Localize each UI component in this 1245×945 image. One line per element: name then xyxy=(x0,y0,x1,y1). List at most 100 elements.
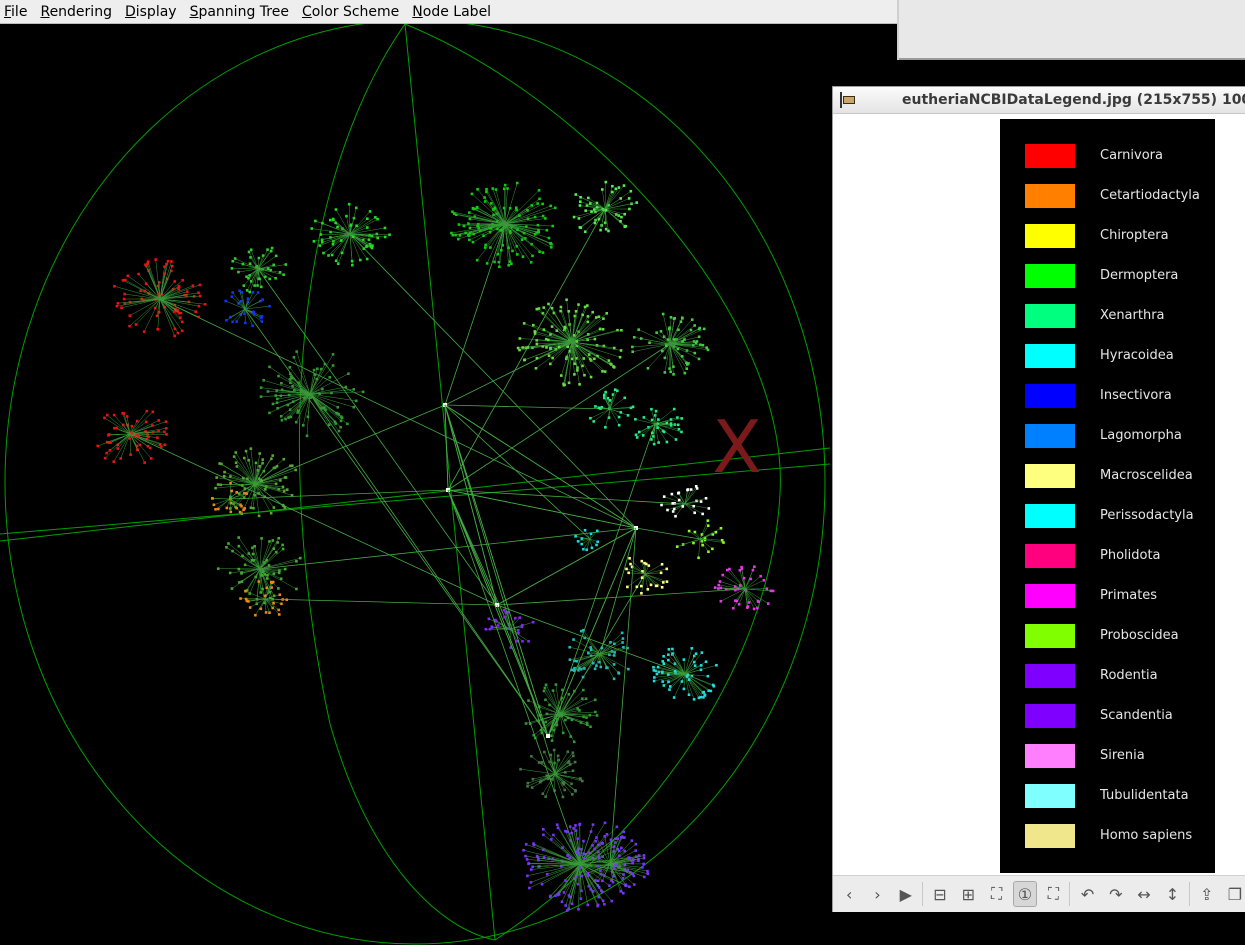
tree-edge xyxy=(602,189,606,210)
next-button[interactable]: › xyxy=(865,881,889,907)
tree-node xyxy=(566,750,570,754)
tree-node xyxy=(579,226,583,229)
tree-node xyxy=(314,219,317,223)
zoom-out-button[interactable]: ⊟ xyxy=(928,881,952,907)
tree-node xyxy=(327,423,331,426)
tree-node xyxy=(295,559,298,563)
tree-node xyxy=(594,839,598,843)
slideshow-button[interactable]: ▶ xyxy=(894,881,918,907)
rotate-left-button[interactable]: ↶ xyxy=(1075,881,1099,907)
flip-vertical-button[interactable]: ↕ xyxy=(1160,881,1184,907)
tree-node xyxy=(154,258,158,261)
tree-node xyxy=(574,824,577,827)
legend-entry: Cetartiodactyla xyxy=(1000,184,1215,210)
tree-node xyxy=(549,362,552,366)
tree-node xyxy=(240,504,243,508)
tree-node xyxy=(581,313,584,317)
tree-node xyxy=(586,304,589,307)
tree-node xyxy=(613,651,616,654)
tree-edge xyxy=(231,268,259,270)
rotate-right-button[interactable]: ↷ xyxy=(1104,881,1128,907)
tree-node xyxy=(272,572,276,575)
tree-node xyxy=(565,909,569,912)
export-button[interactable]: ⇪ xyxy=(1195,881,1219,907)
fullscreen-button[interactable]: ⛶ xyxy=(1041,881,1065,907)
tree-node xyxy=(589,725,592,729)
tree-node xyxy=(611,184,614,188)
tree-node xyxy=(526,785,529,788)
tree-node xyxy=(589,375,593,379)
tree-node xyxy=(595,201,599,205)
tree-node xyxy=(137,435,141,439)
flip-horizontal-button[interactable]: ↔ xyxy=(1132,881,1156,907)
tree-node xyxy=(285,598,289,602)
tree-node xyxy=(170,260,173,263)
tree-node xyxy=(177,287,180,291)
tree-node xyxy=(604,390,607,394)
tree-node xyxy=(115,304,119,308)
tree-node xyxy=(590,546,594,550)
menu-color-scheme[interactable]: Color Scheme xyxy=(302,4,399,20)
tree-node xyxy=(559,865,563,868)
tree-node xyxy=(177,284,181,288)
tree-node xyxy=(542,689,546,693)
tree-node xyxy=(582,839,585,843)
image-viewer-app-icon[interactable] xyxy=(840,92,855,108)
tree-edge xyxy=(244,305,270,310)
tree-node xyxy=(234,461,238,464)
tree-node xyxy=(584,697,588,701)
copy-button[interactable]: ❐ xyxy=(1223,881,1245,907)
actual-size-button[interactable]: ① xyxy=(1012,881,1038,907)
legend-label: Homo sapiens xyxy=(1100,828,1193,843)
tree-edge xyxy=(285,393,311,420)
tree-node xyxy=(270,457,273,461)
tree-node xyxy=(126,274,130,278)
tree-node xyxy=(225,545,228,549)
menu-node-label[interactable]: Node Label xyxy=(412,4,491,20)
tree-node xyxy=(592,420,596,423)
tree-node xyxy=(290,377,294,380)
previous-button[interactable]: ‹ xyxy=(837,881,861,907)
best-fit-button[interactable]: ⛶ xyxy=(984,881,1008,907)
menu-rendering[interactable]: Rendering xyxy=(40,4,112,20)
tree-node xyxy=(602,317,605,320)
tree-node xyxy=(702,690,705,694)
tree-node xyxy=(553,206,557,210)
tree-node xyxy=(211,497,214,500)
menu-file[interactable]: File xyxy=(4,4,27,20)
tree-node xyxy=(371,244,374,247)
tree-node xyxy=(254,461,258,465)
legend-label: Cetartiodactyla xyxy=(1100,188,1200,203)
tree-node xyxy=(640,559,644,563)
tree-node xyxy=(545,228,549,232)
zoom-in-button[interactable]: ⊞ xyxy=(956,881,980,907)
tree-node xyxy=(318,392,321,396)
tree-node xyxy=(264,488,267,491)
tree-node xyxy=(659,330,663,333)
tree-visualization-canvas[interactable]: X xyxy=(0,24,897,945)
tree-node xyxy=(514,206,518,210)
tree-edge xyxy=(677,538,701,547)
viewer-image-area[interactable]: Carnivora Cetartiodactyla Chiroptera Dermop… xyxy=(833,114,1245,899)
menu-display[interactable]: Display xyxy=(125,4,177,20)
tree-node xyxy=(603,221,607,225)
menu-spanning-tree[interactable]: Spanning Tree xyxy=(190,4,289,20)
tree-node xyxy=(235,465,239,468)
tree-node xyxy=(578,383,581,386)
tree-node xyxy=(345,214,348,218)
tree-node xyxy=(294,468,297,472)
tree-visualization-svg[interactable]: X xyxy=(0,24,897,945)
legend-label: Dermoptera xyxy=(1100,268,1179,283)
tree-node xyxy=(525,858,529,861)
tree-edge xyxy=(319,233,351,246)
tree-node xyxy=(617,186,621,189)
tree-node xyxy=(271,454,275,457)
tree-node xyxy=(274,482,278,486)
viewer-titlebar[interactable]: eutheriaNCBIDataLegend.jpg (215x755) 100… xyxy=(833,87,1245,114)
tree-node xyxy=(549,241,552,245)
tree-node xyxy=(613,642,616,646)
tree-node xyxy=(543,686,547,690)
tree-node xyxy=(321,221,324,225)
tree-node xyxy=(187,300,191,304)
tree-node xyxy=(603,835,607,838)
